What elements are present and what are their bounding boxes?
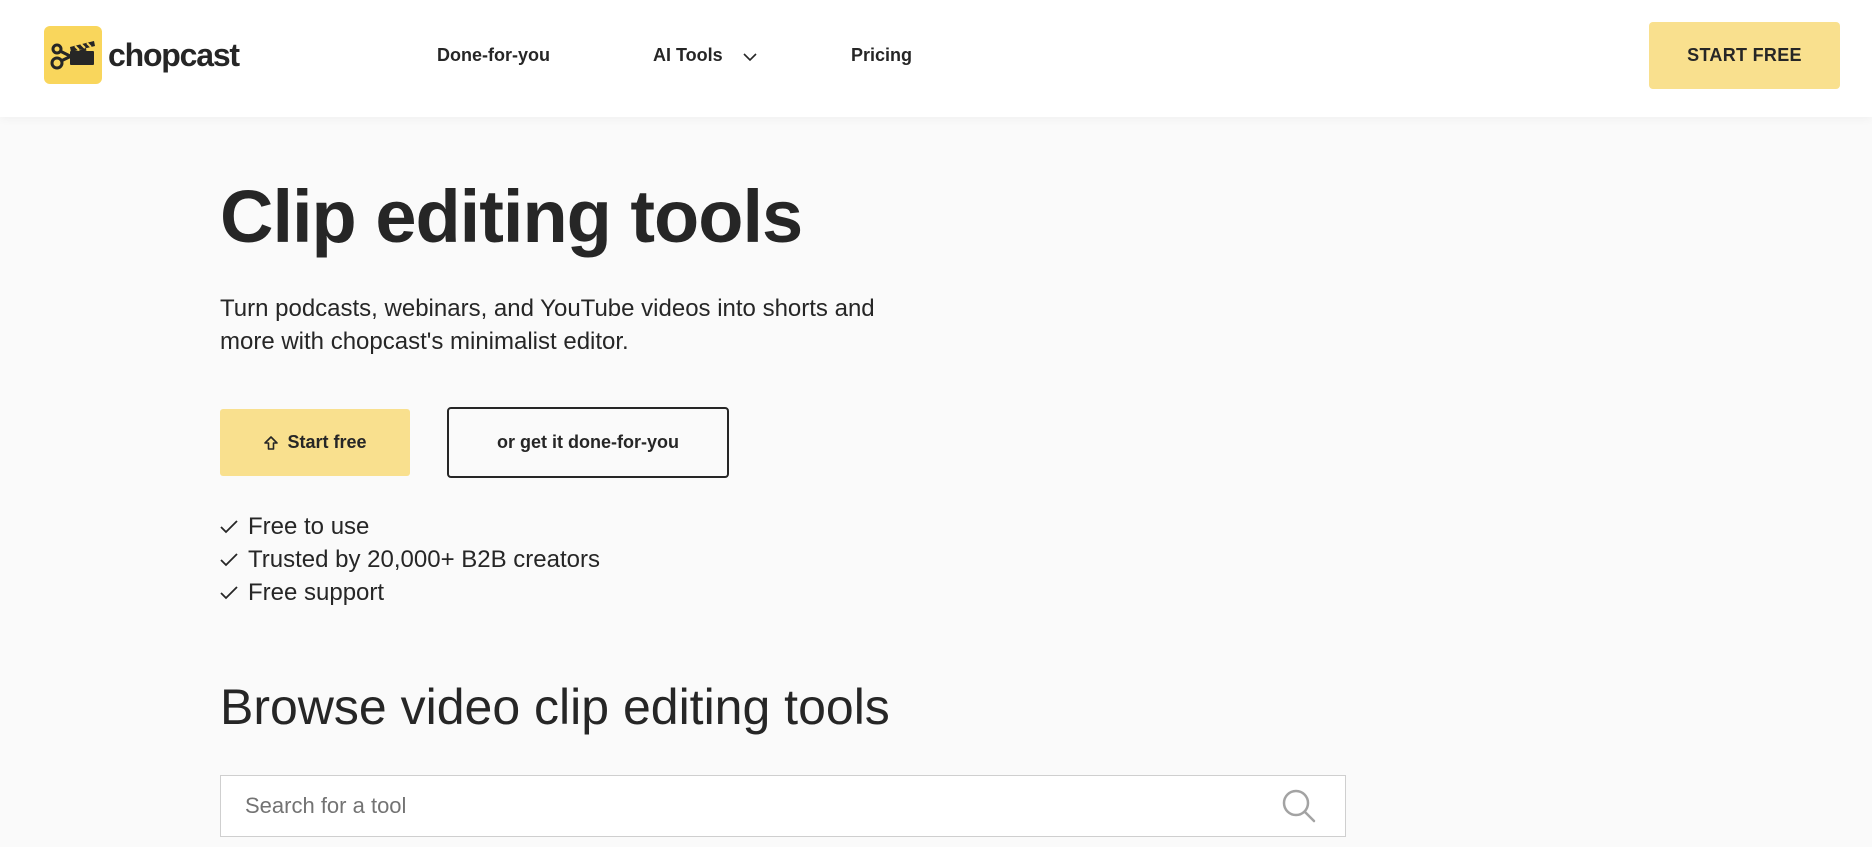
nav-done-for-you[interactable]: Done-for-you (437, 0, 550, 110)
arrow-up-outline-icon (263, 435, 279, 451)
browse-tools-title: Browse video clip editing tools (220, 679, 890, 735)
start-free-button-label: Start free (287, 432, 367, 452)
hero-subtitle: Turn podcasts, webinars, and YouTube vid… (220, 295, 875, 355)
check-icon (220, 552, 240, 567)
check-icon (220, 585, 240, 600)
search-icon[interactable] (1279, 786, 1319, 826)
feature-text: Trusted by 20,000+ B2B creators (248, 545, 600, 573)
start-free-header-button[interactable]: START FREE (1649, 22, 1840, 89)
top-navigation-bar: chopcast Done-for-you AI Tools Pricing S… (0, 0, 1872, 117)
nav-ai-tools[interactable]: AI Tools (653, 0, 757, 110)
brand-name: chopcast (108, 36, 240, 73)
feature-text: Free to use (248, 512, 370, 540)
nav-pricing[interactable]: Pricing (851, 0, 912, 110)
start-free-button[interactable]: Start free (220, 409, 410, 476)
chopcast-logo[interactable]: chopcast (44, 26, 240, 84)
feature-item: Free to use (220, 510, 600, 543)
nav-done-for-you-label: Done-for-you (437, 44, 550, 65)
nav-ai-tools-label: AI Tools (653, 44, 723, 65)
tool-search-box (220, 775, 1346, 837)
feature-list: Free to use Trusted by 20,000+ B2B creat… (220, 510, 600, 609)
feature-text: Free support (248, 578, 385, 606)
feature-item: Free support (220, 576, 600, 609)
page-title: Clip editing tools (220, 175, 803, 258)
scissors-clapper-icon (44, 26, 102, 84)
check-icon (220, 519, 240, 534)
feature-item: Trusted by 20,000+ B2B creators (220, 543, 600, 576)
nav-pricing-label: Pricing (851, 44, 913, 65)
search-input[interactable] (221, 776, 1279, 836)
chevron-down-icon (743, 53, 757, 62)
done-for-you-button[interactable]: or get it done-for-you (447, 407, 729, 478)
